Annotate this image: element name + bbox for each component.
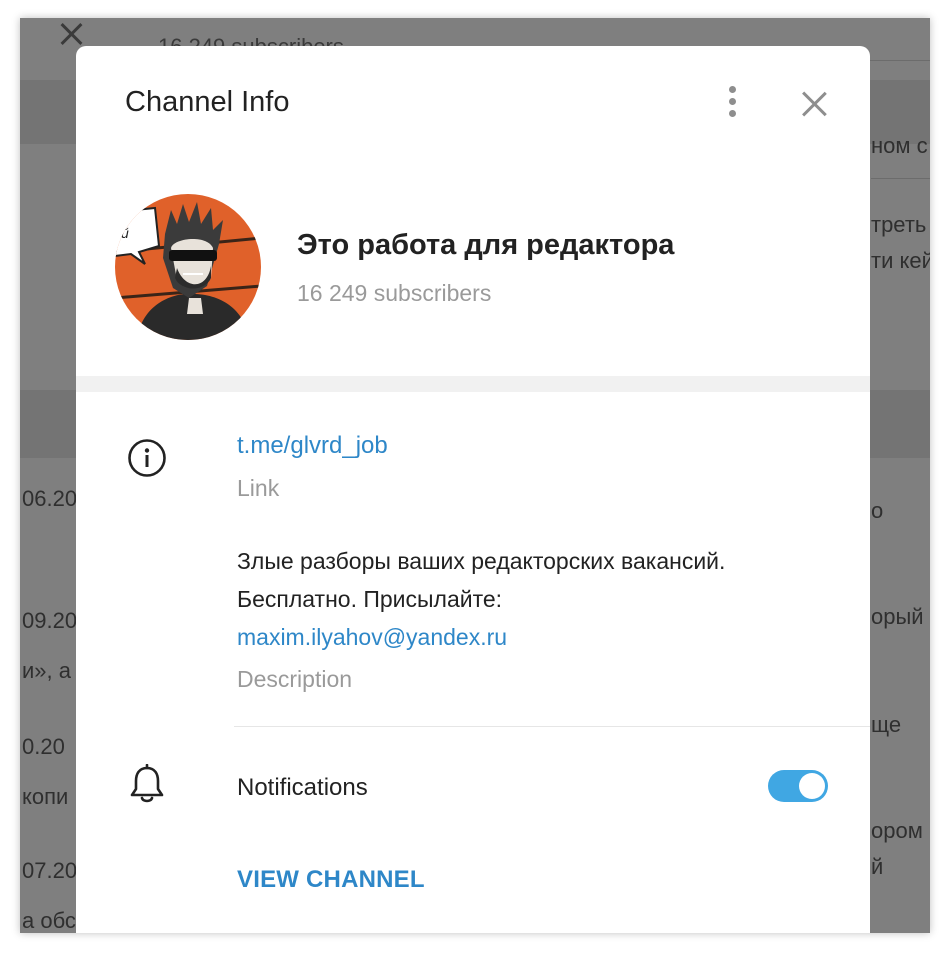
close-icon[interactable]	[796, 86, 832, 122]
notifications-label: Notifications	[237, 774, 368, 801]
background-fragment: ном с	[871, 133, 928, 158]
channel-name: Это работа для редактора	[297, 229, 675, 261]
more-vertical-icon	[729, 86, 736, 93]
dialog-title: Channel Info	[125, 86, 290, 118]
description-caption: Description	[237, 666, 353, 692]
more-options-button[interactable]	[718, 84, 748, 120]
background-fragment: ти кей	[871, 248, 930, 273]
view-channel-button[interactable]: VIEW CHANNEL	[237, 866, 425, 894]
channel-info-dialog: Channel Info й Это работа для редактора …	[76, 46, 870, 933]
avatar-bubble-text: й	[121, 225, 129, 241]
background-fragment: й	[871, 854, 884, 879]
background-fragment: ором	[871, 818, 923, 843]
toggle-knob	[799, 773, 825, 799]
background-fragment: копи	[22, 784, 69, 809]
background-fragment: 0.20	[22, 734, 65, 759]
description-text: Злые разборы ваших редакторских вакансий…	[237, 548, 726, 612]
background-fragment: о	[871, 498, 884, 523]
subscriber-count: 16 249 subscribers	[297, 280, 492, 306]
description-email-link[interactable]: maxim.ilyahov@yandex.ru	[237, 624, 507, 650]
bell-icon	[130, 764, 164, 803]
background-fragment: 06.20	[22, 486, 78, 511]
background-fragment: 07.20	[22, 858, 78, 883]
link-caption: Link	[237, 475, 280, 501]
background-fragment: и», а	[22, 658, 71, 683]
channel-link[interactable]: t.me/glvrd_job	[237, 432, 388, 460]
section-divider	[76, 376, 870, 392]
background-fragment: треть	[871, 212, 927, 237]
channel-description: Злые разборы ваших редакторских вакансий…	[237, 542, 777, 656]
info-icon	[128, 439, 166, 477]
notifications-toggle[interactable]	[768, 770, 828, 802]
avatar-illustration: й	[115, 194, 261, 340]
channel-avatar[interactable]: й	[115, 194, 261, 340]
background-fragment: 09.20	[22, 608, 78, 633]
background-fragment: орый	[871, 604, 924, 629]
background-fragment: ще	[871, 712, 902, 737]
background-fragment: а обс	[22, 908, 76, 933]
divider-line	[234, 726, 870, 727]
